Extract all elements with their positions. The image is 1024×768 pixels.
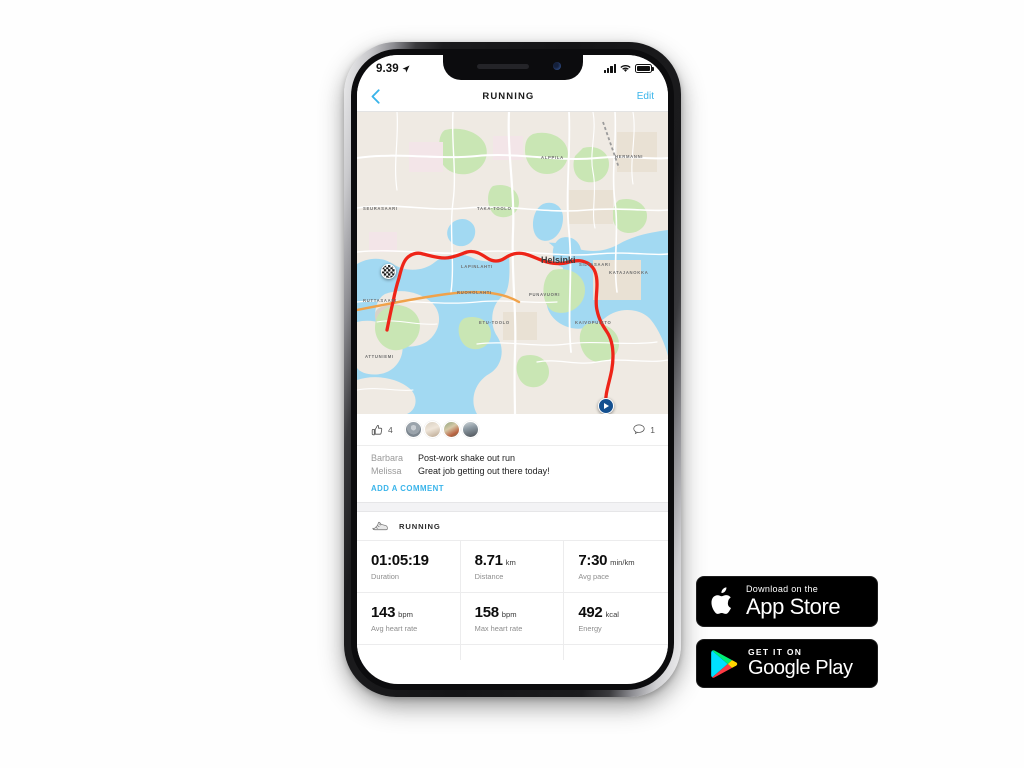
add-comment-button[interactable]: ADD A COMMENT [357, 480, 668, 502]
earpiece-speaker [476, 64, 529, 69]
comment-button[interactable]: 1 [633, 424, 655, 435]
phone-screen: 9.39 RUNNING Edit ALPPILA HERMANNI TAKA-… [357, 55, 668, 684]
stat-max-heart-rate: 158 bpm Max heart rate [460, 592, 565, 644]
google-play-text: GET IT ON Google Play [748, 648, 853, 679]
stat-caption: Distance [474, 572, 504, 581]
stat-unit: bpm [398, 610, 413, 619]
stat-value: 7:30 [578, 552, 608, 569]
speech-bubble-icon [633, 424, 645, 435]
notch [442, 55, 583, 80]
stat-value: 8.71 [474, 552, 503, 569]
avatar[interactable] [461, 421, 479, 438]
comment-item[interactable]: Melissa Great job getting out there toda… [371, 465, 654, 478]
social-section: 4 1 Barbara Post-work shake out run Meli… [357, 414, 668, 502]
stat-unit: bpm [501, 610, 517, 619]
status-bar-left: 9.39 [376, 63, 410, 75]
stat-caption: Max heart rate [474, 624, 523, 633]
reaction-row: 4 1 [357, 414, 668, 446]
apple-logo-icon [711, 587, 732, 615]
start-marker[interactable] [598, 398, 614, 414]
stat-caption: Avg heart rate [371, 624, 418, 633]
activity-header: RUNNING [357, 512, 668, 540]
stat-distance: 8.71 km Distance [460, 540, 565, 592]
activity-stats-card: RUNNING 01:05:19 Duration 8.71 km Distanc… [357, 512, 668, 660]
app-store-big-label: App Store [746, 593, 841, 619]
stat-row-partial [564, 644, 668, 660]
stat-value: 158 [474, 604, 499, 621]
map-graphics [357, 112, 668, 414]
comment-text: Post-work shake out run [418, 453, 516, 463]
comment-count: 1 [650, 424, 655, 435]
stat-caption: Avg pace [578, 572, 610, 581]
status-bar-right [603, 64, 654, 73]
edit-button[interactable]: Edit [637, 91, 654, 102]
stat-energy: 492 kcal Energy [564, 592, 668, 644]
stat-caption: Duration [371, 572, 399, 581]
comment-author: Melissa [371, 465, 402, 476]
stat-caption: Energy [578, 624, 602, 633]
section-divider [357, 502, 668, 512]
stat-unit: km [505, 558, 516, 567]
stat-unit: kcal [605, 610, 619, 619]
comment-author: Barbara [371, 453, 404, 463]
back-button[interactable] [371, 89, 380, 104]
route-map[interactable]: ALPPILA HERMANNI TAKA-TOOLO ETU-TOOLO SI… [357, 112, 668, 414]
comment-text: Great job getting out there today! [418, 465, 550, 476]
running-shoe-icon [372, 521, 388, 531]
avatar-list[interactable] [404, 421, 479, 438]
app-store-text: Download on the App Store [746, 584, 841, 619]
stat-row-partial [460, 644, 565, 660]
location-arrow-icon [402, 65, 410, 72]
comment-item[interactable]: Barbara Post-work shake out run [371, 452, 654, 465]
avatar[interactable] [423, 421, 441, 438]
chevron-left-icon [371, 89, 380, 104]
app-store-badge[interactable]: Download on the App Store [696, 576, 878, 628]
front-camera-icon [552, 62, 561, 70]
nav-bar: RUNNING Edit [357, 82, 668, 112]
avatar[interactable] [442, 421, 460, 438]
wifi-icon [620, 65, 631, 72]
stat-value: 492 [578, 604, 603, 621]
cellular-signal-icon [603, 64, 616, 73]
comment-list: Barbara Post-work shake out run Melissa … [357, 446, 668, 480]
stat-duration: 01:05:19 Duration [357, 540, 461, 592]
stat-avg-heart-rate: 143 bpm Avg heart rate [357, 592, 461, 644]
stat-avg-pace: 7:30 min/km Avg pace [564, 540, 668, 592]
stat-unit: min/km [610, 558, 635, 567]
play-triangle-icon [604, 403, 610, 409]
battery-full-icon [635, 64, 654, 73]
phone-mockup: 9.39 RUNNING Edit ALPPILA HERMANNI TAKA-… [340, 42, 685, 704]
like-button[interactable]: 4 [371, 424, 393, 436]
page-title: RUNNING [482, 91, 535, 102]
finish-flag-marker[interactable] [381, 264, 396, 279]
status-time: 9.39 [376, 62, 399, 75]
like-count: 4 [388, 424, 393, 435]
store-badges: Download on the App Store GET IT ON Goog… [696, 576, 878, 689]
stat-value: 01:05:19 [371, 552, 429, 569]
thumbs-up-icon [371, 424, 383, 435]
stats-grid: 01:05:19 Duration 8.71 km Distance 7:30 mi… [357, 540, 668, 660]
stat-value: 143 [371, 604, 396, 621]
google-play-badge[interactable]: GET IT ON Google Play [696, 639, 878, 689]
stat-row-partial [357, 644, 461, 660]
google-play-big-label: Google Play [748, 656, 853, 679]
activity-type-label: RUNNING [399, 522, 441, 531]
page-root: 9.39 RUNNING Edit ALPPILA HERMANNI TAKA-… [0, 0, 1024, 768]
avatar[interactable] [404, 421, 422, 438]
google-play-triangle-icon [711, 650, 738, 678]
